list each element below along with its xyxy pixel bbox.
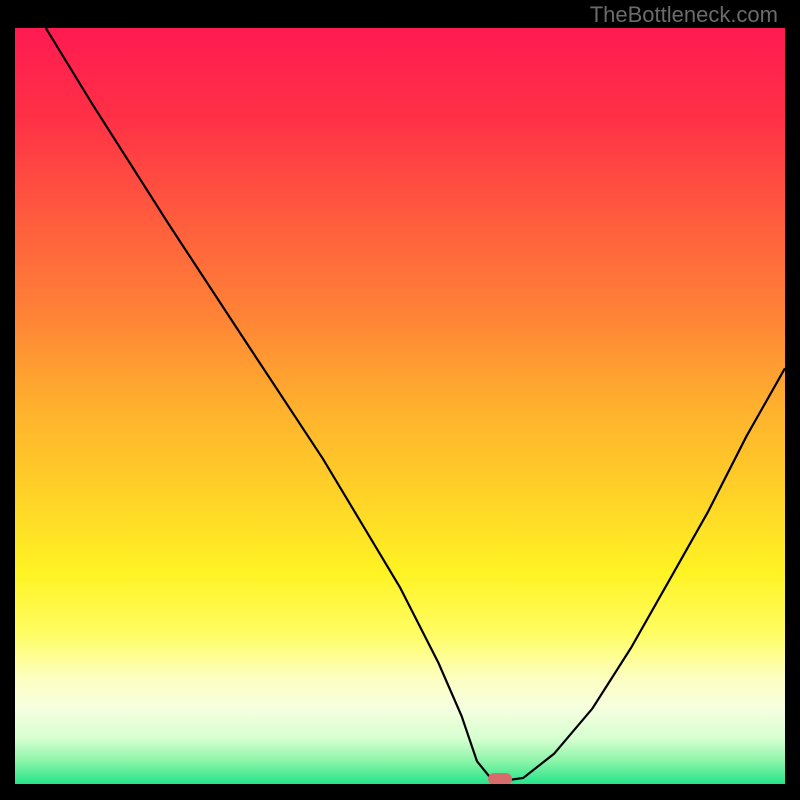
optimum-marker (488, 773, 512, 784)
plot-area (15, 28, 785, 784)
chart-container: TheBottleneck.com (0, 0, 800, 800)
watermark-text: TheBottleneck.com (590, 2, 778, 28)
bottleneck-curve (15, 28, 785, 784)
